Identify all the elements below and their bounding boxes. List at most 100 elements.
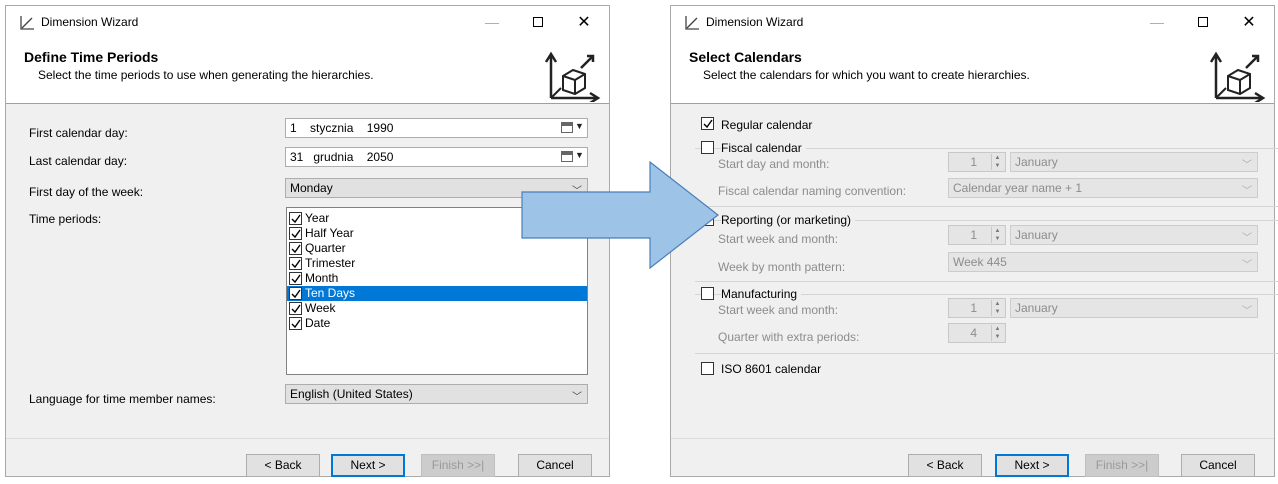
cancel-button[interactable]: Cancel [1181, 454, 1255, 477]
fiscal-start-month-select[interactable]: January ﹀ [1010, 152, 1258, 172]
time-period-checkbox[interactable] [289, 257, 302, 270]
reporting-start-month-select[interactable]: January ﹀ [1010, 225, 1258, 245]
page-title: Define Time Periods [24, 49, 159, 65]
dimension-cube-icon [1209, 51, 1266, 102]
chevron-down-icon: ﹀ [1242, 306, 1252, 317]
maximize-icon [533, 17, 543, 27]
maximize-button[interactable] [1180, 6, 1226, 38]
time-period-checkbox[interactable] [289, 212, 302, 225]
maximize-icon [1198, 17, 1208, 27]
reporting-pattern-value: Week 445 [953, 255, 1007, 269]
time-period-checkbox[interactable] [289, 317, 302, 330]
page-title: Select Calendars [689, 49, 802, 65]
page-subtitle: Select the time periods to use when gene… [38, 68, 374, 82]
chevron-down-icon: ﹀ [1242, 186, 1252, 197]
wizard-app-icon [685, 16, 699, 30]
regular-calendar-label: Regular calendar [721, 118, 813, 132]
first-day-day: 1 [290, 121, 297, 135]
checkmark-icon [291, 274, 301, 284]
time-period-checkbox[interactable] [289, 302, 302, 315]
language-select[interactable]: English (United States) ﹀ [285, 384, 588, 404]
page-subtitle: Select the calendars for which you want … [703, 68, 1030, 82]
time-period-checkbox[interactable] [289, 272, 302, 285]
time-period-item[interactable]: Date [287, 316, 587, 331]
manufacturing-start-month-value: January [1015, 301, 1058, 315]
close-button[interactable]: ✕ [561, 6, 607, 38]
spinner-arrows-icon[interactable]: ▲ ▼ [991, 300, 1003, 316]
spinner-value: 1 [970, 301, 977, 315]
wizard-header: Select Calendars Select the calendars fo… [671, 38, 1274, 104]
checkmark-icon [291, 304, 301, 314]
footer-divider [6, 438, 609, 439]
finish-button[interactable]: Finish >>| [421, 454, 495, 477]
time-period-checkbox[interactable] [289, 227, 302, 240]
cancel-button[interactable]: Cancel [518, 454, 592, 477]
time-period-item[interactable]: Month [287, 271, 587, 286]
manufacturing-calendar-checkbox[interactable] [701, 287, 714, 300]
manufacturing-quarter-spinner[interactable]: 4 ▲ ▼ [948, 323, 1006, 343]
time-periods-label: Time periods: [29, 212, 102, 226]
title-bar[interactable]: Dimension Wizard — ✕ [671, 6, 1274, 38]
first-calendar-day-picker[interactable]: 1 stycznia 1990 ▼ [285, 118, 588, 138]
time-period-label: Quarter [305, 241, 346, 255]
time-period-label: Trimester [305, 256, 356, 270]
checkmark-icon [291, 229, 301, 239]
reporting-pattern-select[interactable]: Week 445 ﹀ [948, 252, 1258, 272]
next-button[interactable]: Next > [331, 454, 405, 477]
checkmark-icon [291, 319, 301, 329]
time-period-item[interactable]: Ten Days [287, 286, 587, 301]
maximize-button[interactable] [515, 6, 561, 38]
manufacturing-start-label: Start week and month: [718, 303, 839, 317]
close-icon: ✕ [1242, 14, 1256, 31]
time-period-checkbox[interactable] [289, 287, 302, 300]
title-bar[interactable]: Dimension Wizard — ✕ [6, 6, 609, 38]
back-button[interactable]: < Back [246, 454, 320, 477]
chevron-down-icon: ﹀ [1242, 160, 1252, 171]
reporting-start-week-spinner[interactable]: 1 ▲ ▼ [948, 225, 1006, 245]
reporting-start-month-value: January [1015, 228, 1058, 242]
reporting-start-label: Start week and month: [718, 232, 839, 246]
fiscal-calendar-checkbox[interactable] [701, 141, 714, 154]
fiscal-calendar-label: Fiscal calendar [721, 141, 806, 155]
fiscal-naming-select[interactable]: Calendar year name + 1 ﹀ [948, 178, 1258, 198]
minimize-button[interactable]: — [1134, 6, 1180, 38]
regular-calendar-checkbox[interactable] [701, 117, 714, 130]
right-arrow-icon [521, 160, 719, 270]
dimension-cube-icon [544, 51, 601, 102]
time-period-checkbox[interactable] [289, 242, 302, 255]
back-button[interactable]: < Back [908, 454, 982, 477]
close-icon: ✕ [577, 14, 591, 31]
spinner-arrows-icon[interactable]: ▲ ▼ [991, 154, 1003, 170]
manufacturing-start-week-spinner[interactable]: 1 ▲ ▼ [948, 298, 1006, 318]
first-calendar-day-label: First calendar day: [29, 126, 128, 140]
iso-calendar-label: ISO 8601 calendar [721, 362, 822, 376]
footer-divider [671, 438, 1274, 439]
next-button[interactable]: Next > [995, 454, 1069, 477]
manufacturing-start-month-select[interactable]: January ﹀ [1010, 298, 1258, 318]
spinner-arrows-icon[interactable]: ▲ ▼ [991, 325, 1003, 341]
dimension-wizard-select-calendars-window: Dimension Wizard — ✕ Select Calendars Se… [670, 5, 1278, 477]
time-period-item[interactable]: Week [287, 301, 587, 316]
fiscal-naming-label: Fiscal calendar naming convention: [718, 184, 907, 198]
last-day-day: 31 [290, 150, 304, 164]
manufacturing-quarter-label: Quarter with extra periods: [718, 330, 860, 344]
finish-button[interactable]: Finish >>| [1085, 454, 1159, 477]
window-title: Dimension Wizard [41, 15, 139, 29]
close-button[interactable]: ✕ [1226, 6, 1272, 38]
time-period-label: Month [305, 271, 339, 285]
first-day-of-week-value: Monday [290, 181, 333, 195]
fiscal-start-label: Start day and month: [718, 157, 830, 171]
spinner-arrows-icon[interactable]: ▲ ▼ [991, 227, 1003, 243]
language-label: Language for time member names: [29, 392, 216, 406]
chevron-down-icon: ﹀ [1242, 233, 1252, 244]
chevron-down-icon: ﹀ [572, 392, 582, 403]
fiscal-naming-value: Calendar year name + 1 [953, 181, 1083, 195]
spinner-value: 1 [970, 155, 977, 169]
calendar-dropdown-icon[interactable]: ▼ [561, 121, 584, 135]
language-value: English (United States) [290, 387, 413, 401]
minimize-button[interactable]: — [469, 6, 515, 38]
iso-calendar-checkbox[interactable] [701, 362, 714, 375]
fiscal-start-day-spinner[interactable]: 1 ▲ ▼ [948, 152, 1006, 172]
first-day-month: stycznia [310, 121, 354, 135]
checkmark-icon [291, 244, 301, 254]
